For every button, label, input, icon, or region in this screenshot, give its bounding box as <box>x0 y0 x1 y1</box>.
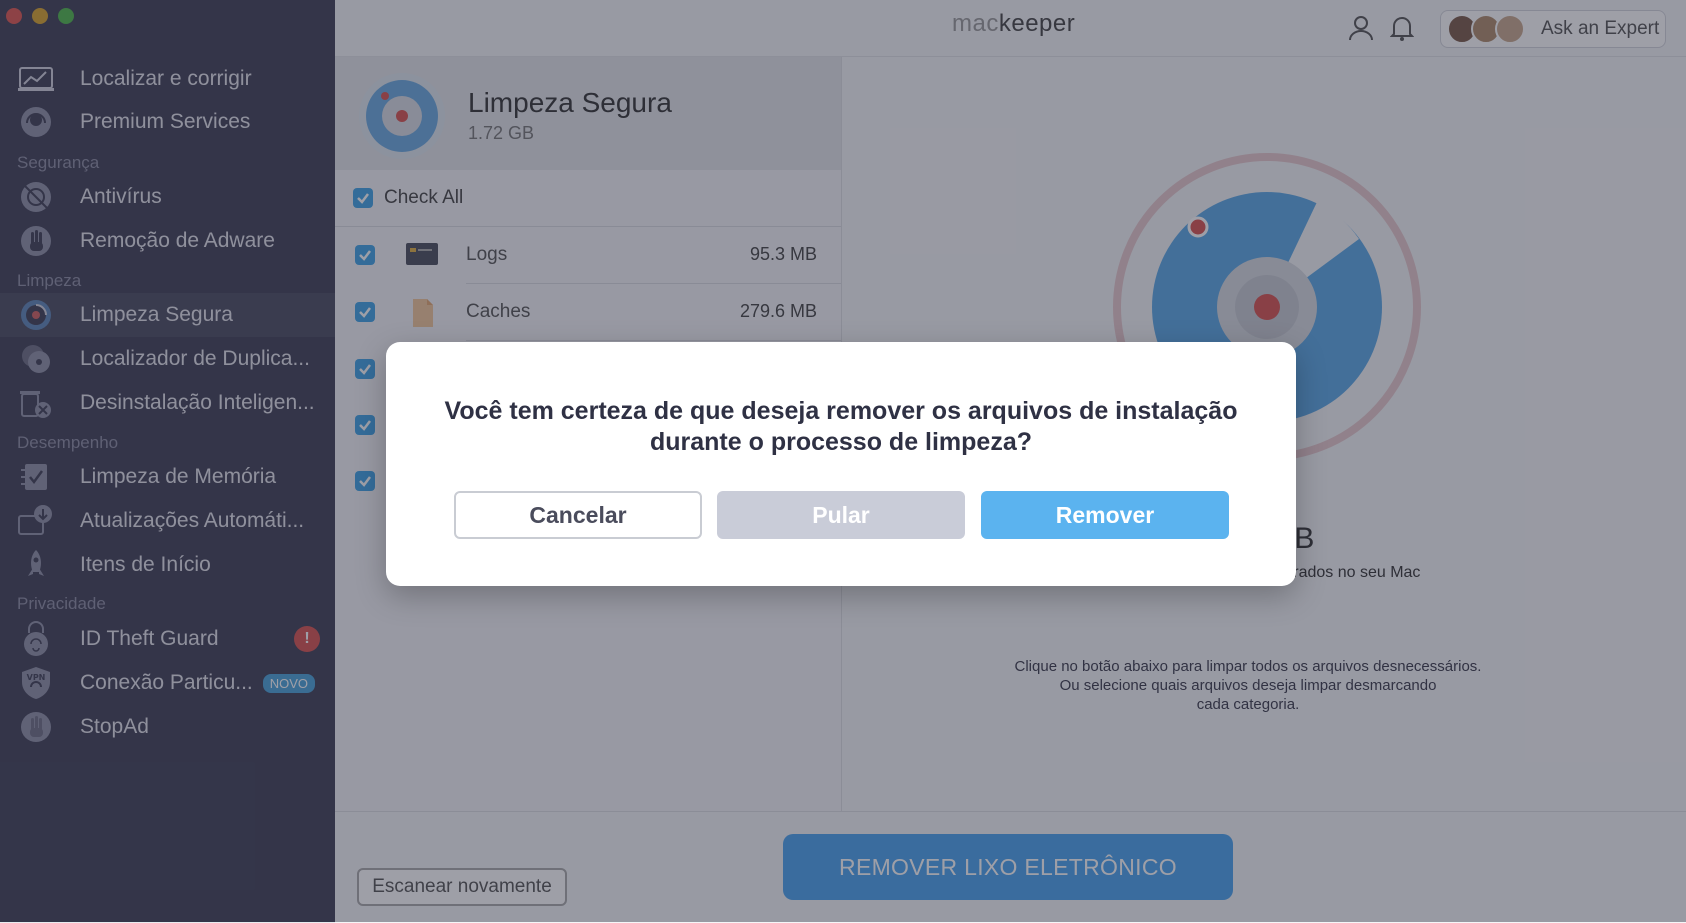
dialog-message: Você tem certeza de que deseja remover o… <box>444 397 1238 456</box>
remove-button[interactable]: Remover <box>981 491 1229 539</box>
skip-button[interactable]: Pular <box>717 491 965 539</box>
app-window: Localizar e corrigir Premium Services Se… <box>0 0 1686 923</box>
cancel-button[interactable]: Cancelar <box>454 491 702 539</box>
confirm-dialog: Você tem certeza de que deseja remover o… <box>386 342 1296 586</box>
